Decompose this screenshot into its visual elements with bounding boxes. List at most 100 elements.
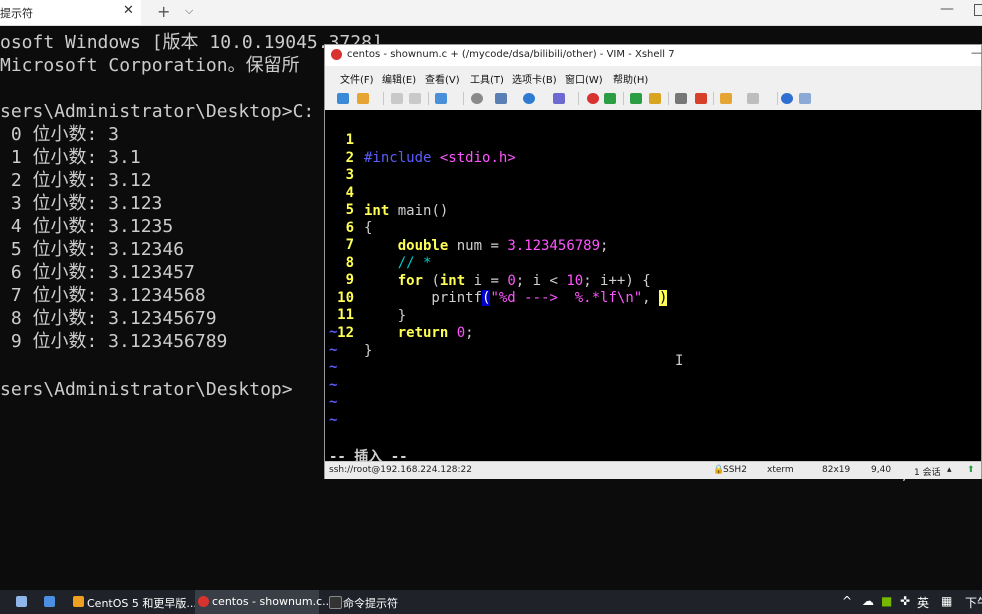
toolbar-separator — [463, 92, 464, 105]
console-line: sers\Administrator\Desktop> — [0, 379, 293, 400]
new-session-icon[interactable] — [337, 93, 349, 104]
taskbar-item-xshell[interactable]: centos - shownum.c... — [195, 590, 333, 614]
code-line: 2 — [325, 131, 376, 166]
grid-icon[interactable]: ▦ — [941, 594, 952, 608]
protocol-label: SSH2 — [723, 465, 747, 475]
font-icon[interactable] — [553, 93, 565, 104]
nvidia-icon[interactable]: ■ — [881, 594, 892, 608]
code-line: 6 double num = 3.123456789; — [325, 201, 609, 254]
folder-add-icon[interactable] — [720, 93, 732, 104]
text-cursor: ) — [659, 290, 668, 306]
code-token: 10 — [566, 273, 584, 289]
minimize-icon[interactable]: — — [971, 46, 982, 59]
minimize-icon[interactable]: — — [940, 1, 954, 17]
terminal-size: 82x19 — [822, 465, 851, 475]
connect-icon[interactable] — [391, 93, 403, 104]
xshell-title-bar[interactable]: centos - shownum.c + (/mycode/dsa/bilibi… — [325, 45, 982, 66]
disconnect-icon[interactable] — [409, 93, 421, 104]
window-layout-icon[interactable] — [747, 93, 759, 104]
terminal-icon — [329, 596, 342, 609]
code-token: , — [642, 290, 660, 306]
empty-line-marker: ~ — [329, 377, 338, 393]
toolbar-separator — [668, 92, 669, 105]
taskbar-item-label: 命令提示符 — [343, 597, 398, 610]
chevron-down-icon[interactable]: ⌵ — [185, 4, 193, 18]
code-line: 11 return 0; — [325, 288, 473, 341]
layout-icon[interactable] — [495, 93, 507, 104]
menu-help[interactable]: 帮助(H) — [613, 71, 648, 86]
code-line: 5 { — [325, 183, 376, 236]
console-line: 6 位小数: 3.123457 — [0, 262, 195, 283]
console-line: 9 位小数: 3.123456789 — [0, 331, 228, 352]
toolbar — [325, 88, 981, 109]
xftp-icon[interactable] — [604, 93, 616, 104]
taskbar-item-centos-doc[interactable]: CentOS 5 和更早版... — [70, 590, 197, 614]
console-line: sers\Administrator\Desktop>C: — [0, 101, 315, 122]
menu-edit[interactable]: 编辑(E) — [382, 71, 416, 86]
close-icon[interactable]: ✕ — [123, 3, 134, 18]
empty-line-marker: ~ — [329, 394, 338, 410]
code-token: return — [364, 325, 449, 341]
empty-line-marker: ~ — [329, 324, 338, 340]
session-count: 1 会话 — [914, 468, 941, 478]
code-line: 7 // * — [325, 218, 432, 271]
console-line: 5 位小数: 3.12346 — [0, 239, 185, 260]
code-token: ; — [600, 238, 609, 254]
cursor-position: 9,40 — [871, 465, 892, 475]
mail-icon[interactable] — [40, 590, 62, 614]
lock-icon[interactable] — [649, 93, 661, 104]
menu-tabs[interactable]: 选项卡(B) — [512, 71, 557, 86]
taskbar-item-label: centos - shownum.c... — [212, 595, 333, 608]
taskbar-item-cmd[interactable]: 命令提示符 — [326, 590, 436, 614]
menu-bar: 文件(F) 编辑(E) 查看(V) 工具(T) 选项卡(B) 窗口(W) 帮助(… — [325, 68, 981, 88]
highlight-icon[interactable] — [695, 93, 707, 104]
globe-icon[interactable] — [523, 93, 535, 104]
maximize-icon[interactable] — [974, 4, 982, 16]
cmd-tab-bar: 提示符 ✕ + ⌵ — — [0, 0, 982, 26]
code-token: i = — [465, 273, 508, 289]
empty-line-marker: ~ — [329, 342, 338, 358]
fullscreen-icon[interactable] — [630, 93, 642, 104]
toolbar-separator — [578, 92, 579, 105]
console-line: 7 位小数: 3.1234568 — [0, 285, 206, 306]
clock[interactable]: 下午 — [965, 594, 982, 611]
menu-tools[interactable]: 工具(T) — [470, 71, 504, 86]
ibeam-cursor-icon: I — [675, 353, 684, 369]
search-icon[interactable] — [471, 93, 483, 104]
code-line: 10 } — [325, 271, 406, 324]
code-string: "%d ---> %.*lf\n" — [490, 290, 643, 306]
menu-file[interactable]: 文件(F) — [340, 71, 374, 86]
chevron-up-icon[interactable]: ▴ — [947, 465, 952, 475]
connection-address: ssh://root@192.168.224.128:22 — [329, 465, 473, 475]
chat-icon[interactable] — [799, 93, 811, 104]
help-icon[interactable] — [781, 93, 793, 104]
xshell-window: centos - shownum.c + (/mycode/dsa/bilibi… — [324, 44, 982, 483]
vim-editor[interactable]: 1 #include <stdio.h> 2 3 4 int main() 5 … — [325, 110, 981, 483]
keyboard-icon[interactable] — [675, 93, 687, 104]
new-tab-icon[interactable]: + — [157, 2, 170, 21]
chevron-up-icon[interactable]: ^ — [842, 594, 852, 608]
window-title: centos - shownum.c + (/mycode/dsa/bilibi… — [347, 49, 675, 60]
menu-view[interactable]: 查看(V) — [425, 71, 460, 86]
upload-arrow-icon[interactable]: ⬆ — [967, 465, 975, 475]
empty-line-marker: ~ — [329, 412, 338, 428]
console-line: 4 位小数: 3.1235 — [0, 216, 174, 237]
vim-status-line: -- 插入 -- 9,36 — [325, 430, 926, 483]
toolbar-separator — [713, 92, 714, 105]
code-token: 0 — [456, 325, 466, 341]
properties-icon[interactable] — [435, 93, 447, 104]
menu-window[interactable]: 窗口(W) — [565, 71, 603, 86]
task-view-icon[interactable] — [12, 590, 32, 614]
open-folder-icon[interactable] — [357, 93, 369, 104]
toolbar-separator — [623, 92, 624, 105]
console-line: Microsoft Corporation。保留所 — [0, 55, 300, 76]
taskbar: CentOS 5 和更早版... centos - shownum.c... 命… — [0, 590, 982, 614]
tools-icon[interactable]: ✜ — [900, 594, 910, 608]
code-token: ; i < — [515, 273, 567, 289]
xshell-icon[interactable] — [587, 93, 599, 104]
code-token: printf — [364, 290, 483, 306]
ime-mode[interactable]: 英 — [917, 594, 929, 611]
cmd-tab[interactable]: 提示符 ✕ — [0, 0, 141, 25]
cloud-icon[interactable]: ☁ — [862, 594, 874, 608]
console-line: 1 位小数: 3.1 — [0, 147, 141, 168]
